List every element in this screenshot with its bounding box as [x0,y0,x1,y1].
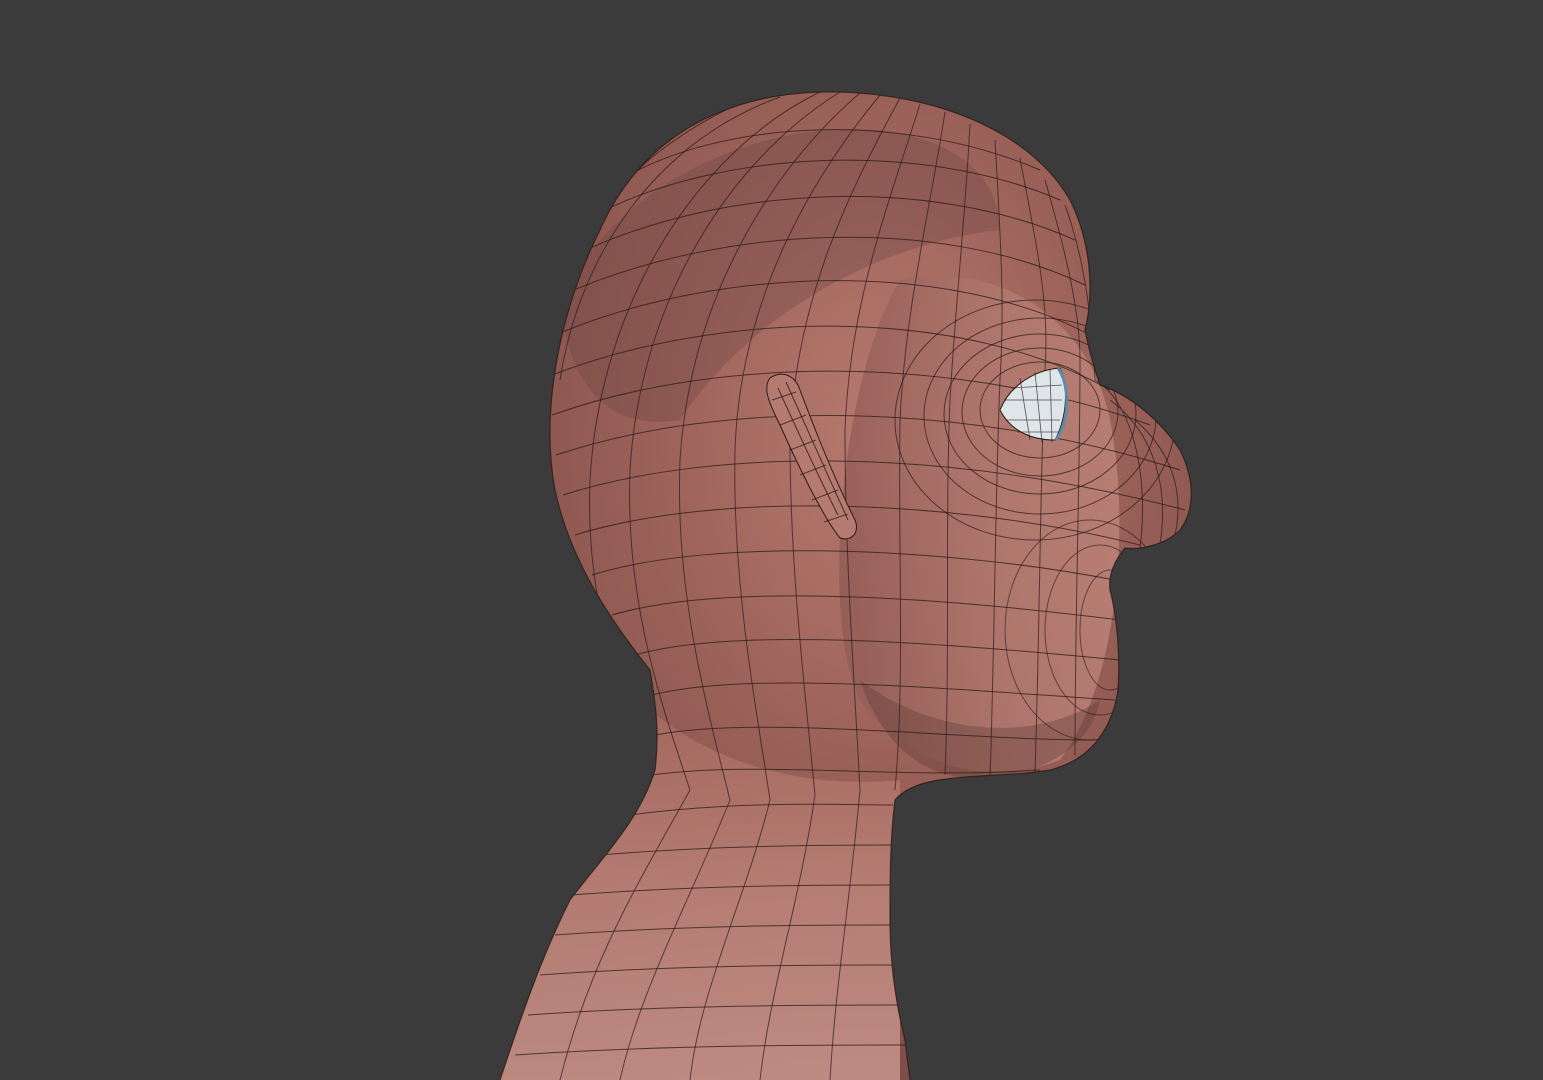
3d-viewport[interactable] [0,0,1543,1080]
viewport-canvas [480,91,1192,1080]
head-model[interactable] [480,91,1192,1080]
